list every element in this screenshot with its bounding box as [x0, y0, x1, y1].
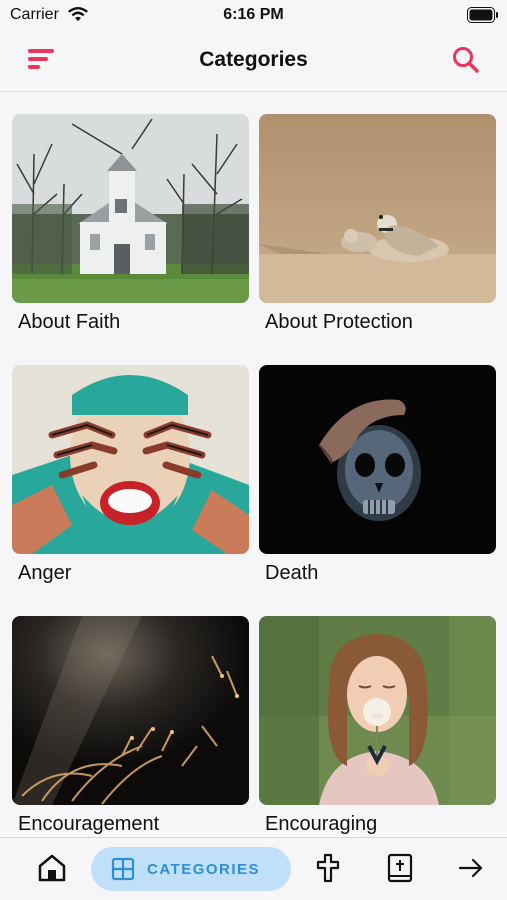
- category-image: [12, 616, 249, 805]
- nav-next-button[interactable]: [455, 852, 487, 884]
- search-button[interactable]: [450, 44, 482, 76]
- battery-icon: [467, 7, 498, 23]
- bottom-nav: CATEGORIES: [0, 837, 507, 900]
- arrow-right-icon: [458, 858, 483, 878]
- nav-cross-button[interactable]: [312, 852, 344, 884]
- category-card-about-protection[interactable]: About Protection: [259, 114, 496, 334]
- category-label: Encouragement: [18, 813, 160, 835]
- category-label: Anger: [18, 562, 72, 584]
- bible-icon: [387, 853, 413, 883]
- category-card-death[interactable]: Death: [259, 365, 496, 585]
- category-image: [12, 365, 249, 554]
- category-card-encouraging[interactable]: Encouraging: [259, 616, 496, 836]
- home-icon: [38, 854, 66, 882]
- nav-categories-label: CATEGORIES: [147, 861, 261, 878]
- search-icon: [453, 47, 479, 73]
- category-grid: About Faith About Protection Anger Death…: [0, 93, 507, 837]
- grid-icon: [111, 857, 135, 881]
- category-image: [259, 616, 496, 805]
- category-label: About Faith: [18, 311, 121, 333]
- app-header: Categories: [0, 30, 507, 92]
- category-card-about-faith[interactable]: About Faith: [12, 114, 249, 334]
- category-image: [259, 114, 496, 303]
- category-image: [12, 114, 249, 303]
- cross-icon: [316, 853, 340, 883]
- category-card-anger[interactable]: Anger: [12, 365, 249, 585]
- status-bar: Carrier 6:16 PM: [0, 0, 507, 30]
- nav-home-button[interactable]: [36, 852, 68, 884]
- status-time: 6:16 PM: [223, 6, 284, 23]
- category-label: Death: [265, 562, 319, 584]
- category-label: Encouraging: [265, 813, 378, 835]
- category-card-encouragement[interactable]: Encouragement: [12, 616, 249, 836]
- nav-bible-button[interactable]: [384, 852, 416, 884]
- nav-categories-button[interactable]: CATEGORIES: [91, 847, 291, 891]
- category-image: [259, 365, 496, 554]
- category-label: About Protection: [265, 311, 413, 333]
- page-title: Categories: [199, 48, 308, 71]
